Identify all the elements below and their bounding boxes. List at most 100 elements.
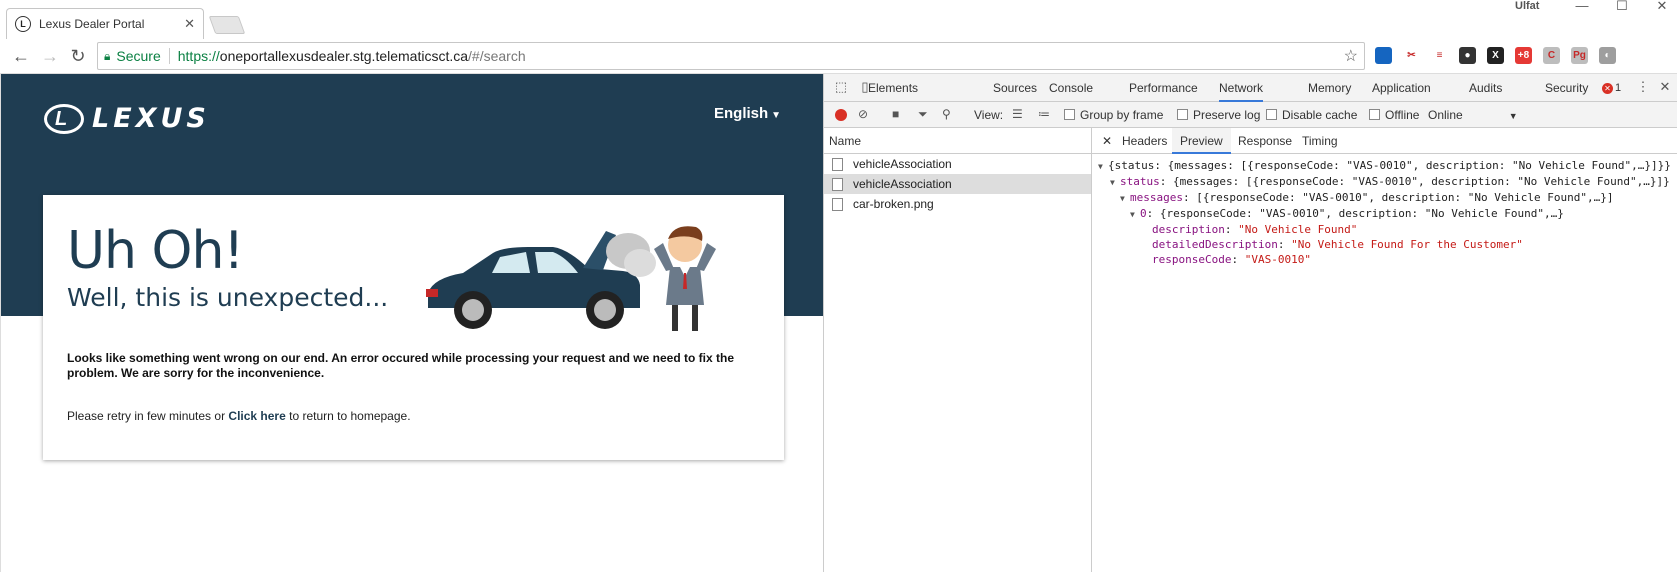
preserve-log-checkbox[interactable]: [1177, 109, 1188, 120]
preview-message-0[interactable]: ▼ 0: {responseCode: "VAS-0010", descripti…: [1092, 206, 1677, 222]
url-scheme: https://: [177, 48, 220, 64]
retry-text: Please retry in few minutes or Click her…: [67, 409, 411, 423]
ext-icon-9[interactable]: ◐: [1599, 47, 1616, 64]
profile-name[interactable]: Ulfat: [1515, 0, 1539, 12]
detail-tab-headers[interactable]: Headers: [1122, 128, 1167, 154]
bookmark-star-icon[interactable]: ☆: [1344, 46, 1358, 66]
detail-tab-timing[interactable]: Timing: [1302, 128, 1338, 154]
name-column-header[interactable]: Name: [824, 128, 1091, 154]
expand-triangle-icon[interactable]: ▼: [1130, 207, 1140, 222]
ext-icon-6[interactable]: +8: [1515, 47, 1532, 64]
file-icon: [832, 197, 843, 211]
minimize-icon[interactable]: —: [1560, 0, 1604, 14]
ext-icon-3[interactable]: ≡: [1431, 47, 1448, 64]
preview-description: description: "No Vehicle Found": [1152, 223, 1358, 236]
record-icon[interactable]: [835, 109, 847, 121]
language-select[interactable]: English ▼: [714, 105, 781, 122]
group-by-frame-option[interactable]: Group by frame: [1064, 108, 1163, 122]
close-devtools-icon[interactable]: ✕: [1656, 79, 1674, 97]
more-options-icon[interactable]: ⋮: [1634, 79, 1652, 97]
request-name: car-broken.png: [853, 197, 934, 211]
tab-network[interactable]: Network: [1219, 74, 1264, 102]
error-count-badge[interactable]: ✕ 1: [1602, 82, 1621, 94]
tab-close-icon[interactable]: ✕: [184, 16, 195, 32]
tab-sources[interactable]: Sources: [993, 74, 1037, 102]
offline-option[interactable]: Offline: [1369, 108, 1419, 122]
preserve-log-option[interactable]: Preserve log: [1177, 108, 1260, 122]
ext-icon-2[interactable]: ✂: [1403, 47, 1420, 64]
preview-root[interactable]: ▼ {status: {messages: [{responseCode: "VA…: [1092, 158, 1677, 174]
browser-tab[interactable]: L Lexus Dealer Portal ✕: [6, 8, 204, 39]
request-row[interactable]: vehicleAssociation: [824, 154, 1091, 174]
tab-audits[interactable]: Audits: [1469, 74, 1502, 102]
network-toolbar: ⊘ ■ ⏷ ⚲ View: ☰ ≔ Group by frame Preserv…: [824, 102, 1677, 128]
list-view-icon[interactable]: ☰: [1012, 107, 1023, 121]
address-bar[interactable]: 🔒︎ Secure https:// oneportallexusdealer.…: [97, 42, 1365, 70]
tab-application[interactable]: Application: [1372, 74, 1431, 102]
tab-console[interactable]: Console: [1049, 74, 1093, 102]
lexus-wordmark: LEXUS: [92, 103, 210, 134]
tab-security[interactable]: Security: [1545, 74, 1588, 102]
devtools-panel: ⬚ ▯ Elements Sources Console Performance Net…: [823, 74, 1677, 572]
waterfall-view-icon[interactable]: ≔: [1038, 107, 1050, 121]
lexus-emblem-icon: L: [44, 103, 84, 134]
preview-status[interactable]: ▼ status: {messages: [{responseCode: "VAS…: [1092, 174, 1677, 190]
view-label: View:: [974, 108, 1004, 122]
request-row[interactable]: vehicleAssociation: [824, 174, 1091, 194]
error-card: Uh Oh! Well, this is unexpected... Looks…: [43, 195, 784, 460]
retry-prefix: Please retry in few minutes or: [67, 409, 229, 423]
preview-messages[interactable]: ▼ messages: [{responseCode: "VAS-0010", d…: [1092, 190, 1677, 206]
secure-label: Secure: [116, 48, 161, 64]
window-close-icon[interactable]: ✕: [1640, 0, 1677, 14]
lock-icon: 🔒︎: [104, 48, 111, 63]
detail-tabs: ✕ Headers Preview Response Timing: [1092, 128, 1677, 154]
clear-icon[interactable]: ⊘: [858, 107, 868, 121]
expand-triangle-icon[interactable]: ▼: [1120, 191, 1130, 206]
filter-icon[interactable]: ⏷: [918, 107, 928, 122]
offline-checkbox[interactable]: [1369, 109, 1380, 120]
lexus-logo[interactable]: L LEXUS: [44, 103, 210, 134]
disable-cache-option[interactable]: Disable cache: [1266, 108, 1357, 122]
ext-icon-1[interactable]: [1375, 47, 1392, 64]
ext-icon-5[interactable]: X: [1487, 47, 1504, 64]
preview-detailed-description: detailedDescription: "No Vehicle Found F…: [1152, 238, 1523, 251]
expand-triangle-icon[interactable]: ▼: [1098, 159, 1108, 174]
ext-icon-4[interactable]: ●: [1459, 47, 1476, 64]
error-icon: ✕: [1602, 83, 1613, 94]
new-tab-button[interactable]: [208, 16, 246, 34]
expand-triangle-icon[interactable]: ▼: [1110, 175, 1120, 190]
detail-tab-response[interactable]: Response: [1238, 128, 1292, 154]
ext-icon-7[interactable]: C: [1543, 47, 1560, 64]
request-rows: vehicleAssociation vehicleAssociation car-…: [824, 154, 1091, 214]
detail-tab-preview[interactable]: Preview: [1172, 128, 1231, 154]
tab-memory[interactable]: Memory: [1308, 74, 1351, 102]
throttling-select[interactable]: Online ▼: [1428, 108, 1518, 122]
request-name: vehicleAssociation: [853, 157, 952, 171]
request-row[interactable]: car-broken.png: [824, 194, 1091, 214]
disable-cache-checkbox[interactable]: [1266, 109, 1277, 120]
language-label: English: [714, 105, 769, 122]
broken-car-illustration: [426, 226, 716, 331]
request-list: Name vehicleAssociation vehicleAssociatio…: [824, 128, 1092, 572]
screenshot-icon[interactable]: ■: [892, 107, 899, 121]
inspect-element-icon[interactable]: ⬚: [832, 79, 850, 97]
tab-strip: L Lexus Dealer Portal ✕ Ulfat — ☐ ✕: [0, 0, 1677, 39]
back-icon[interactable]: ←: [8, 43, 34, 69]
tab-performance[interactable]: Performance: [1129, 74, 1198, 102]
error-subheadline: Well, this is unexpected...: [67, 283, 389, 312]
ext-icon-8[interactable]: Pg: [1571, 47, 1588, 64]
tab-elements[interactable]: Elements: [868, 74, 918, 102]
file-icon: [832, 157, 843, 171]
json-preview: ▼ {status: {messages: [{responseCode: "VA…: [1092, 154, 1677, 267]
maximize-icon[interactable]: ☐: [1600, 0, 1644, 14]
url-host: oneportallexusdealer.stg.telematicsct.ca: [219, 48, 469, 64]
chevron-down-icon: ▼: [1508, 111, 1518, 121]
homepage-link[interactable]: Click here: [228, 409, 285, 423]
search-icon[interactable]: ⚲: [942, 107, 951, 121]
forward-icon[interactable]: →: [37, 43, 63, 69]
reload-icon[interactable]: ↻: [65, 43, 91, 69]
close-detail-icon[interactable]: ✕: [1102, 128, 1112, 154]
preview-response-code: responseCode: "VAS-0010": [1152, 253, 1311, 266]
request-detail: ✕ Headers Preview Response Timing ▼ {status:…: [1092, 128, 1677, 572]
group-by-frame-checkbox[interactable]: [1064, 109, 1075, 120]
